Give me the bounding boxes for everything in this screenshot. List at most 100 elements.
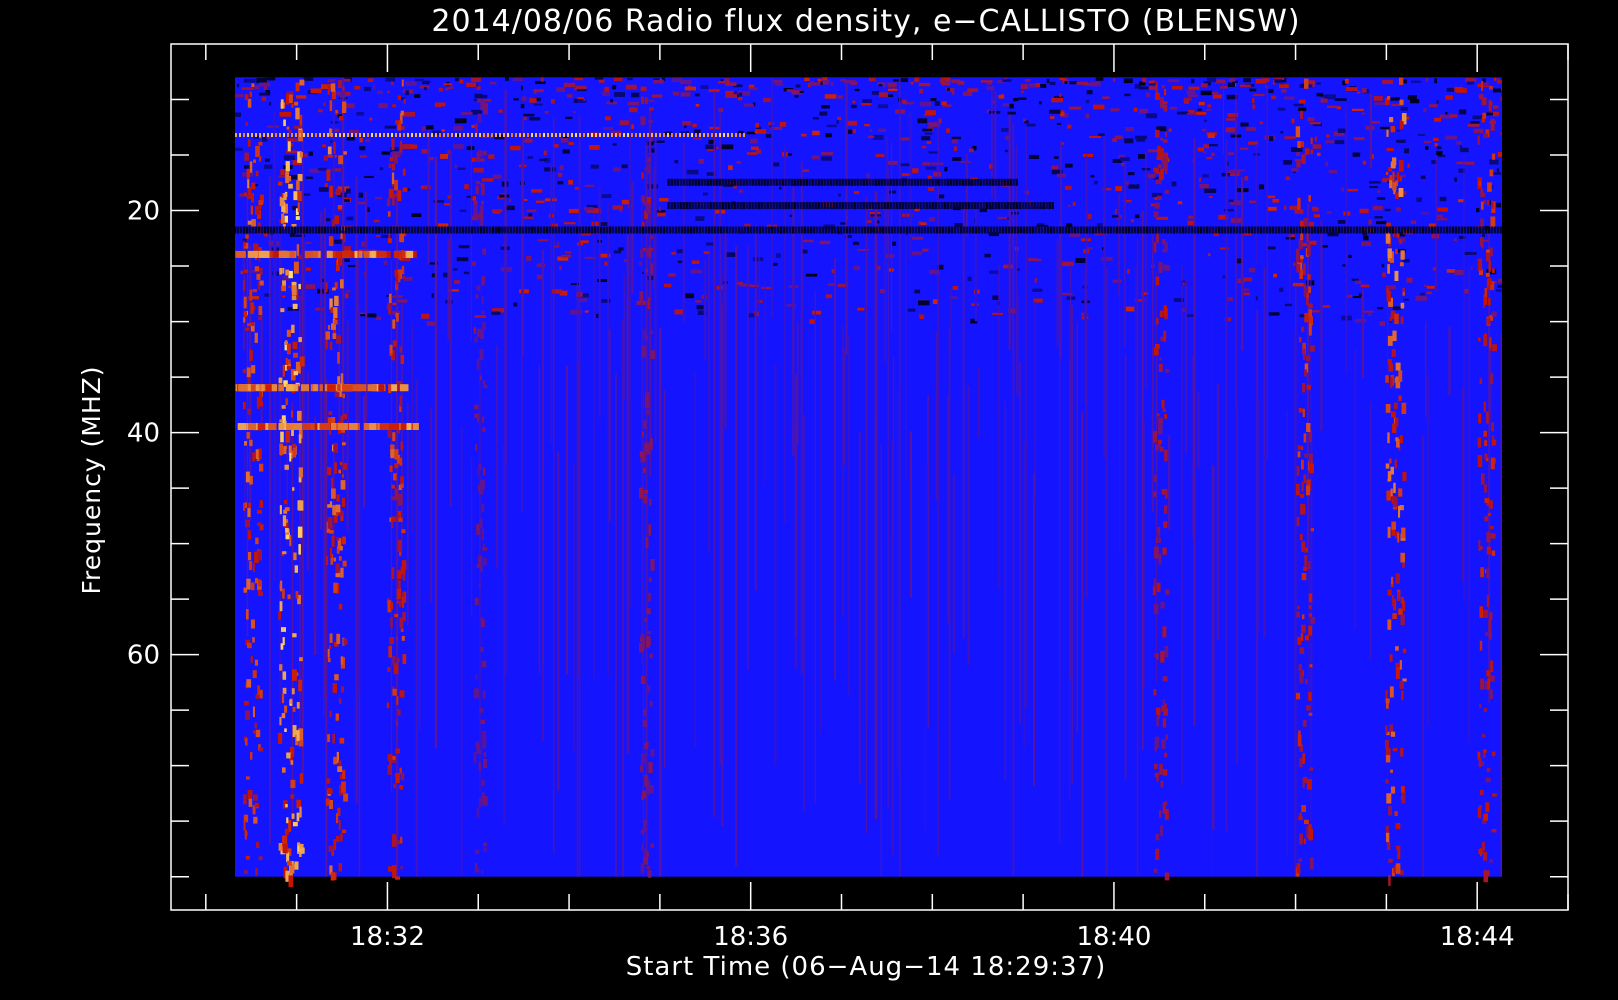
heatmap-streak bbox=[1136, 238, 1139, 875]
dark-band-cell bbox=[679, 178, 682, 186]
heatmap-cell bbox=[899, 137, 911, 141]
dark-band-cell bbox=[1233, 226, 1236, 234]
dark-band-cell bbox=[489, 226, 492, 234]
heatmap-cell bbox=[1351, 108, 1364, 111]
burst-cell bbox=[1395, 662, 1400, 667]
heatmap-cell bbox=[1002, 79, 1012, 82]
dark-band-cell bbox=[750, 226, 753, 234]
heatmap-cell bbox=[1089, 136, 1101, 138]
burst-cell bbox=[253, 159, 256, 163]
speckle-cell bbox=[627, 133, 629, 137]
heatmap-cell bbox=[779, 186, 782, 190]
burst-cell bbox=[1156, 653, 1159, 660]
heatmap-cell bbox=[1237, 278, 1245, 284]
burst-cell bbox=[1386, 748, 1391, 756]
burst-cell bbox=[1399, 176, 1402, 182]
dark-band-cell bbox=[612, 226, 615, 234]
dark-band-cell bbox=[297, 226, 300, 234]
burst-cell bbox=[251, 182, 256, 190]
heatmap-cell bbox=[1512, 91, 1523, 94]
dark-band-cell bbox=[456, 226, 459, 234]
heatmap-cell bbox=[1124, 93, 1131, 97]
dark-band-cell bbox=[943, 202, 946, 210]
dark-band-cell bbox=[919, 202, 922, 210]
burst-cell bbox=[285, 430, 291, 443]
burst-cell bbox=[388, 645, 392, 658]
burst-cell bbox=[1306, 826, 1309, 837]
dark-band-cell bbox=[856, 178, 859, 186]
burst-cell bbox=[1401, 690, 1404, 701]
burst-cell bbox=[342, 101, 347, 113]
heatmap-streak bbox=[754, 224, 757, 591]
heatmap-cell bbox=[204, 78, 208, 82]
heatmap-cell bbox=[1210, 91, 1218, 95]
dark-band-cell bbox=[618, 226, 621, 234]
heatmap-cell bbox=[1002, 103, 1011, 107]
burst-cell bbox=[390, 449, 395, 459]
dark-band-cell bbox=[960, 226, 963, 234]
burst-cell bbox=[280, 99, 284, 109]
burst-cell bbox=[290, 760, 294, 765]
burst-cell bbox=[1479, 789, 1484, 796]
burst-cell bbox=[1489, 632, 1492, 640]
burst-cell bbox=[386, 198, 391, 207]
burst-cell bbox=[1535, 127, 1537, 138]
heatmap-cell bbox=[1198, 101, 1205, 106]
burst-cell bbox=[644, 167, 648, 172]
heatmap-cell bbox=[799, 90, 804, 94]
dark-band-cell bbox=[459, 226, 462, 234]
burst-cell bbox=[1162, 547, 1167, 555]
heatmap-cell bbox=[1396, 207, 1402, 212]
burst-cell bbox=[253, 243, 258, 252]
burst-cell bbox=[1165, 734, 1168, 740]
burst-cell bbox=[343, 151, 347, 155]
dark-band-cell bbox=[189, 227, 192, 234]
heatmap-cell bbox=[954, 146, 957, 152]
dark-band-cell bbox=[760, 202, 763, 210]
speckle-cell bbox=[447, 133, 449, 137]
dark-band-cell bbox=[906, 226, 909, 234]
heatmap-cell bbox=[1464, 289, 1469, 294]
dark-band-cell bbox=[706, 202, 709, 210]
burst-cell bbox=[483, 467, 486, 476]
heatmap-cell bbox=[529, 98, 537, 103]
speckle-cell bbox=[191, 133, 193, 137]
burst-cell bbox=[327, 517, 333, 529]
burst-cell bbox=[247, 408, 252, 415]
heatmap-cell bbox=[1112, 279, 1122, 283]
heatmap-cell bbox=[202, 186, 208, 189]
heatmap-cell bbox=[1236, 258, 1242, 264]
heatmap-cell bbox=[613, 77, 623, 82]
heatmap-cell bbox=[1228, 152, 1234, 155]
burst-cell bbox=[1397, 591, 1400, 601]
speckle-cell bbox=[367, 133, 369, 137]
speckle-cell bbox=[451, 133, 453, 137]
burst-cell bbox=[280, 308, 285, 313]
burst-cell bbox=[1486, 546, 1491, 555]
burst-cell bbox=[244, 830, 247, 840]
dark-band-cell bbox=[712, 202, 715, 210]
burst-cell bbox=[325, 331, 330, 340]
heatmap-cell bbox=[920, 102, 932, 107]
heatmap-cell bbox=[1072, 202, 1076, 206]
heatmap-streak bbox=[1033, 473, 1035, 787]
heatmap-cell bbox=[700, 85, 709, 89]
heatmap-streak bbox=[598, 186, 601, 418]
burst-cell bbox=[1524, 317, 1528, 323]
burst-cell bbox=[640, 863, 645, 873]
burst-cell bbox=[248, 561, 253, 571]
dark-band-cell bbox=[1311, 226, 1314, 234]
heatmap-cell bbox=[346, 188, 351, 194]
burst-cell bbox=[1301, 541, 1305, 548]
heatmap-cell bbox=[1271, 95, 1277, 99]
burst-cell bbox=[1532, 701, 1535, 708]
burst-cell bbox=[257, 397, 261, 401]
heatmap-cell bbox=[1239, 147, 1249, 150]
dark-band-cell bbox=[1500, 226, 1502, 234]
heatmap-cell bbox=[1021, 90, 1024, 94]
burst-cell bbox=[297, 526, 303, 538]
burst-cell bbox=[1487, 182, 1492, 192]
heatmap-cell bbox=[259, 92, 271, 96]
burst-cell bbox=[290, 698, 293, 704]
dark-band-cell bbox=[1003, 202, 1006, 210]
